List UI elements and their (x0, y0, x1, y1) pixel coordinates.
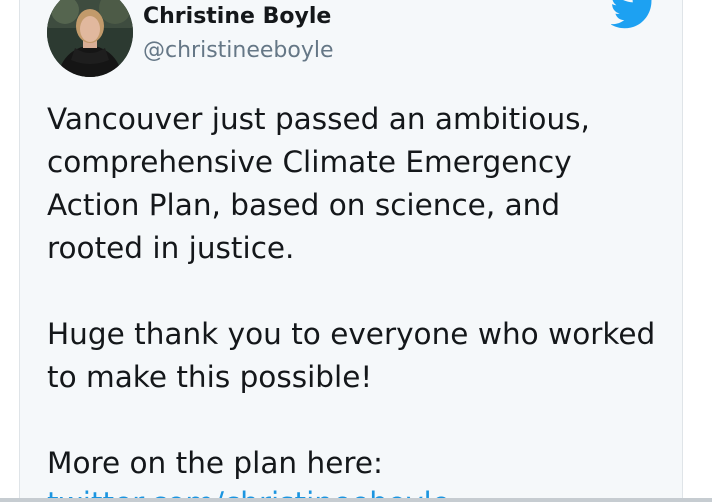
horizontal-scrollbar[interactable] (0, 498, 712, 502)
tweet-line: rooted in justice. (47, 231, 295, 265)
author-handle[interactable]: @christineeboyle (143, 38, 334, 63)
tweet-line: Huge thank you to everyone who worked (47, 317, 656, 351)
tweet-body: Vancouver just passed an ambitious, comp… (47, 98, 677, 485)
tweet-line: comprehensive Climate Emergency (47, 145, 572, 179)
tweet-line: to make this possible! (47, 360, 373, 394)
tweet-line: Vancouver just passed an ambitious, (47, 102, 590, 136)
tweet-line: Action Plan, based on science, and (47, 188, 561, 222)
page-margin-right (684, 0, 712, 502)
tweet-line: More on the plan here: (47, 446, 383, 480)
twitter-bird-icon[interactable] (610, 0, 657, 30)
twitter-bird-svg (610, 0, 652, 29)
page-margin-left (0, 0, 19, 502)
author-display-name[interactable]: Christine Boyle (143, 4, 331, 29)
tweet-embed-screenshot: Christine Boyle @christineeboyle Vancouv… (0, 0, 712, 502)
